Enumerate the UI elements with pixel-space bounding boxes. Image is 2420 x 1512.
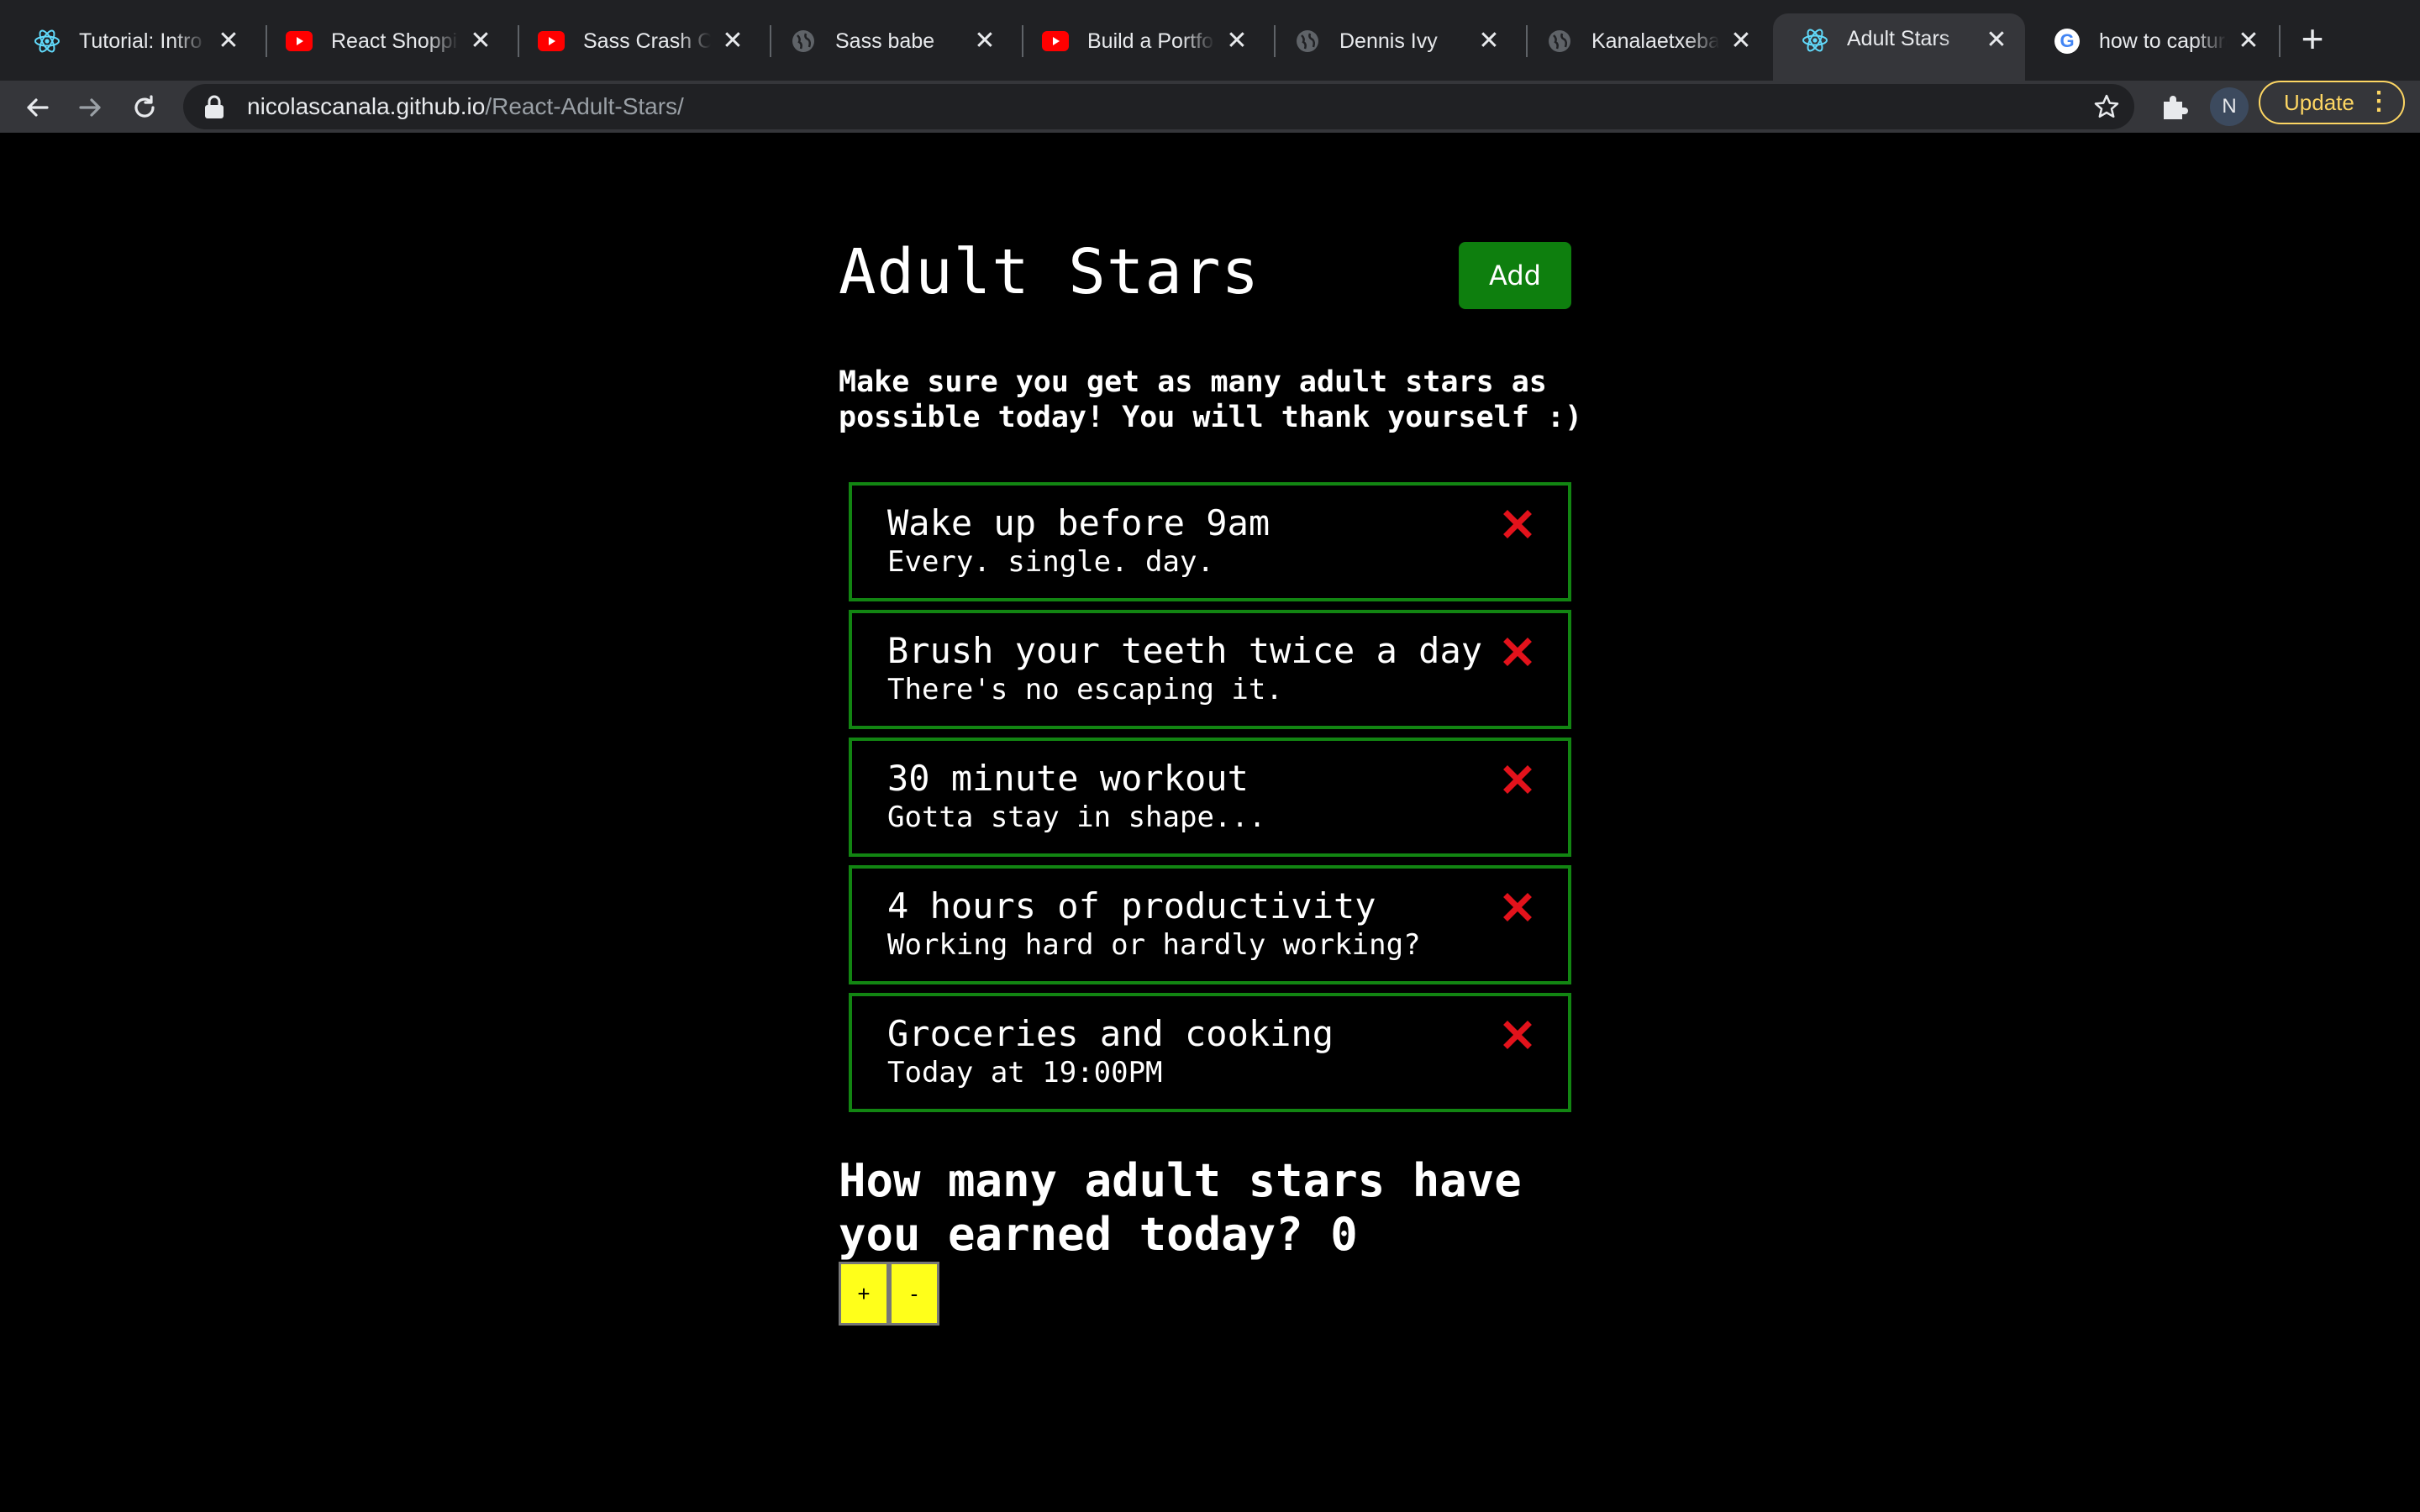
svg-text:G: G (2060, 30, 2074, 51)
task-title: 30 minute workout (887, 758, 1249, 799)
task-title: Groceries and cooking (887, 1013, 1334, 1054)
page-content: Adult Stars Add Make sure you get as man… (0, 133, 2420, 1512)
tab-tutorial-intro[interactable]: Tutorial: Intro to ✕ (5, 13, 257, 69)
tab-title: Tutorial: Intro to (79, 29, 207, 54)
tab-title: Build a Portfolio (1087, 29, 1215, 54)
tab-strip: Tutorial: Intro to ✕ React Shopping ✕ Sa… (0, 0, 2420, 81)
tab-title: Adult Stars (1847, 27, 1975, 51)
add-button[interactable]: Add (1459, 242, 1571, 309)
task-title: 4 hours of productivity (887, 885, 1376, 927)
task-item: Brush your teeth twice a day There's no … (849, 610, 1571, 729)
task-description: Gotta stay in shape... (887, 801, 1266, 834)
task-description: There's no escaping it. (887, 673, 1283, 706)
task-description: Every. single. day. (887, 545, 1214, 579)
task-item: Wake up before 9am Every. single. day. (849, 482, 1571, 601)
react-icon (34, 28, 60, 55)
tab-title: Sass babe (835, 29, 963, 54)
decrement-button[interactable]: - (889, 1262, 939, 1326)
arrow-right-icon (79, 98, 101, 117)
delete-x-icon[interactable] (1502, 1020, 1533, 1050)
more-vert-icon[interactable]: ⋮ (2366, 89, 2391, 114)
task-description: Working hard or hardly working? (887, 928, 1421, 962)
task-item: Groceries and cooking Today at 19:00PM (849, 993, 1571, 1112)
close-icon[interactable]: ✕ (2235, 28, 2262, 55)
tab-sass-babe[interactable]: Sass babe ✕ (761, 13, 1013, 69)
tab-sass-crash-course[interactable]: Sass Crash Cou ✕ (509, 13, 761, 69)
star-count-question: How many adult stars have you earned tod… (839, 1154, 1522, 1261)
delete-x-icon[interactable] (1502, 637, 1533, 667)
bookmark-star-icon[interactable] (2091, 91, 2123, 123)
task-item: 30 minute workout Gotta stay in shape... (849, 738, 1571, 857)
task-description: Today at 19:00PM (887, 1056, 1163, 1089)
globe-icon (790, 28, 817, 55)
forward-button[interactable] (71, 87, 111, 128)
google-icon: G (2054, 28, 2081, 55)
tab-title: Dennis Ivy (1339, 29, 1467, 54)
back-button[interactable] (17, 87, 57, 128)
tab-how-to-capture[interactable]: G how to capture ✕ (2025, 13, 2277, 69)
close-icon[interactable]: ✕ (1983, 27, 2010, 54)
star-counter: + - (839, 1262, 939, 1326)
new-tab-button[interactable]: + (2294, 19, 2331, 59)
youtube-icon (1042, 28, 1069, 55)
task-title: Brush your teeth twice a day (887, 630, 1483, 671)
reload-button[interactable] (124, 87, 165, 128)
close-icon[interactable]: ✕ (215, 28, 242, 55)
close-icon[interactable]: ✕ (1223, 28, 1250, 55)
lock-icon (205, 95, 224, 118)
tab-title: React Shopping (331, 29, 459, 54)
tab-divider (2279, 25, 2281, 57)
tab-title: Kanalaetxebarr (1591, 29, 1719, 54)
close-icon[interactable]: ✕ (719, 28, 746, 55)
page-title: Adult Stars (839, 236, 1260, 308)
close-icon[interactable]: ✕ (467, 28, 494, 55)
close-icon[interactable]: ✕ (1728, 28, 1754, 55)
browser-toolbar: nicolascanala.github.io/React-Adult-Star… (0, 81, 2420, 133)
update-label: Update (2284, 89, 2354, 115)
profile-avatar[interactable]: N (2210, 87, 2249, 126)
delete-x-icon[interactable] (1502, 764, 1533, 795)
address-bar[interactable]: nicolascanala.github.io/React-Adult-Star… (183, 84, 2134, 129)
arrow-left-icon (27, 98, 49, 117)
intro-text: Make sure you get as many adult stars as… (839, 365, 1583, 434)
tab-dennis-ivy[interactable]: Dennis Ivy ✕ (1265, 13, 1518, 69)
youtube-icon (538, 28, 565, 55)
react-icon (1802, 27, 1828, 54)
url-host: nicolascanala.github.io (247, 93, 486, 119)
youtube-icon (286, 28, 313, 55)
delete-x-icon[interactable] (1502, 892, 1533, 922)
delete-x-icon[interactable] (1502, 509, 1533, 539)
reload-icon (134, 95, 155, 118)
increment-button[interactable]: + (839, 1262, 889, 1326)
tab-kanalaetxebarr[interactable]: Kanalaetxebarr ✕ (1518, 13, 1770, 69)
update-button[interactable]: Update ⋮ (2259, 81, 2405, 124)
globe-icon (1546, 28, 1573, 55)
task-item: 4 hours of productivity Working hard or … (849, 865, 1571, 984)
close-icon[interactable]: ✕ (971, 28, 998, 55)
tab-title: Sass Crash Cou (583, 29, 711, 54)
task-title: Wake up before 9am (887, 502, 1270, 543)
url-path: /React-Adult-Stars/ (485, 93, 684, 119)
tab-title: how to capture (2099, 29, 2227, 54)
globe-icon (1294, 28, 1321, 55)
extensions-puzzle-icon[interactable] (2156, 89, 2193, 126)
task-list: Wake up before 9am Every. single. day. B… (849, 482, 1571, 1121)
close-icon[interactable]: ✕ (1476, 28, 1502, 55)
tab-adult-stars[interactable]: Adult Stars ✕ (1773, 13, 2025, 81)
tab-react-shopping[interactable]: React Shopping ✕ (257, 13, 509, 69)
tab-build-portfolio[interactable]: Build a Portfolio ✕ (1013, 13, 1265, 69)
browser-chrome: Tutorial: Intro to ✕ React Shopping ✕ Sa… (0, 0, 2420, 133)
